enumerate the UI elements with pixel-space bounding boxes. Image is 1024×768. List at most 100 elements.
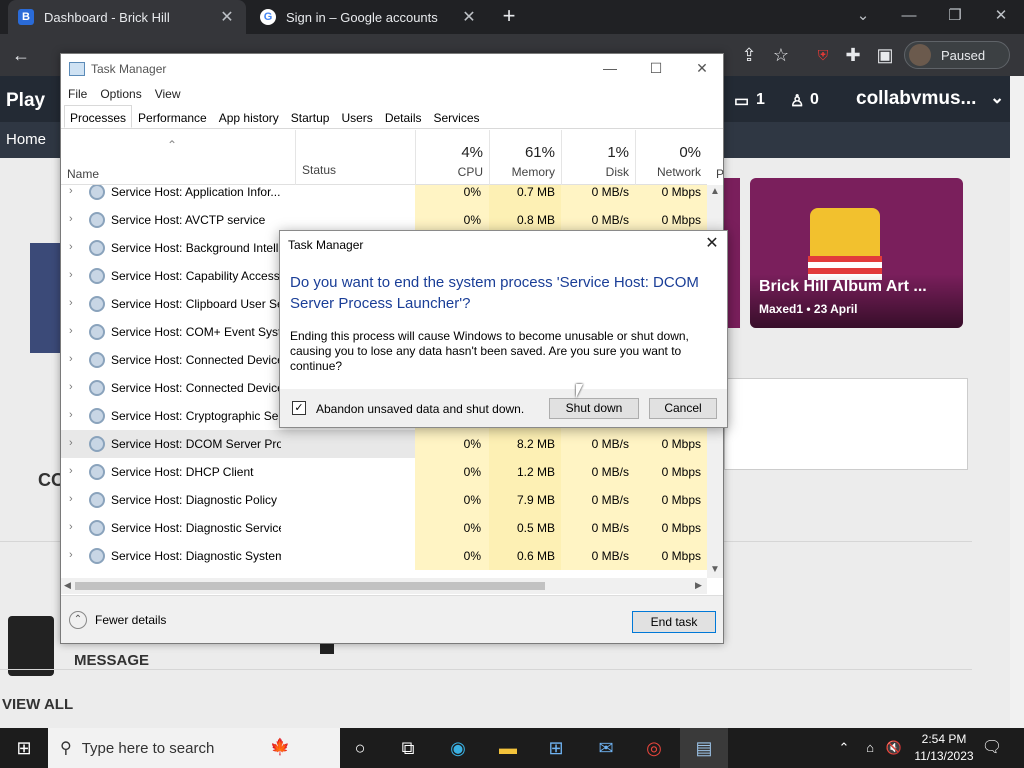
expand-chevron-icon[interactable]: › [69, 493, 73, 505]
nav-home-link[interactable]: Home [6, 131, 46, 148]
notifications-icon[interactable]: 🗨 [968, 728, 1016, 768]
table-row[interactable]: › Service Host: DHCP Client 0% 1.2 MB 0 MB/s… [61, 458, 707, 486]
close-icon[interactable]: ✕ [700, 233, 724, 257]
network-icon[interactable]: ⌂ [858, 728, 882, 768]
shut-down-button[interactable]: Shut down [549, 398, 639, 419]
comment-textarea[interactable] [724, 378, 968, 470]
user-menu-chevron-icon[interactable]: ⌄ [990, 88, 1004, 108]
minimize-icon[interactable]: — [587, 54, 633, 84]
back-arrow-icon[interactable]: ← [6, 34, 36, 76]
tab-performance[interactable]: Performance [132, 105, 213, 128]
page-scrollbar[interactable] [1010, 76, 1024, 728]
column-cpu[interactable]: 4% CPU [415, 130, 489, 185]
tab-startup[interactable]: Startup [285, 105, 336, 128]
column-network[interactable]: 0% Network [635, 130, 707, 185]
side-panel-icon[interactable]: ▣ [870, 34, 900, 76]
close-icon[interactable]: ✕ [679, 54, 725, 84]
tab-search-chevron-icon[interactable]: ⌄ [840, 0, 886, 34]
ublock-extension-icon[interactable]: ⛨ [808, 34, 838, 76]
minimize-icon[interactable]: — [886, 0, 932, 34]
cortana-icon[interactable]: ○ [336, 728, 384, 768]
table-row[interactable]: › Service Host: Diagnostic Policy ... 0% 7.… [61, 486, 707, 514]
edge-icon[interactable]: ◉ [434, 728, 482, 768]
expand-chevron-icon[interactable]: › [69, 437, 73, 449]
scroll-right-icon[interactable]: ▶ [695, 580, 702, 591]
messages-icon[interactable]: ▭ [734, 91, 749, 111]
scroll-left-icon[interactable]: ◀ [64, 580, 71, 591]
expand-chevron-icon[interactable]: › [69, 409, 73, 421]
view-all-link[interactable]: VIEW ALL [2, 696, 73, 713]
album-card[interactable]: Brick Hill Album Art ... Maxed1 • 23 Apr… [750, 178, 963, 328]
abandon-data-checkbox[interactable]: ✓ [292, 401, 306, 415]
expand-chevron-icon[interactable]: › [69, 185, 73, 197]
process-name: Service Host: Diagnostic Service... [111, 521, 281, 535]
new-tab-icon[interactable]: + [496, 4, 522, 30]
column-status[interactable]: Status [295, 130, 415, 185]
column-power-partial[interactable]: P [716, 167, 724, 181]
tab-app-history[interactable]: App history [213, 105, 285, 128]
browser-tab-bar: B Dashboard - Brick Hill ✕ G Sign in – G… [0, 0, 1024, 34]
tray-chevron-icon[interactable]: ⌃ [832, 728, 856, 768]
expand-chevron-icon[interactable]: › [69, 213, 73, 225]
volume-muted-icon[interactable]: 🔇 [882, 728, 906, 768]
search-highlight-icon[interactable]: 🍁 [256, 728, 304, 768]
nav-play-link[interactable]: Play [6, 90, 45, 112]
mail-icon[interactable]: ✉ [582, 728, 630, 768]
table-row[interactable]: › Service Host: DCOM Server Proc... 0% 8.2 … [61, 430, 707, 458]
menu-view[interactable]: View [155, 84, 181, 104]
profile-paused-button[interactable]: Paused [904, 41, 1010, 69]
gear-icon [89, 380, 105, 396]
end-task-button[interactable]: End task [632, 611, 716, 633]
expand-chevron-icon[interactable]: › [69, 269, 73, 281]
fewer-details-button[interactable]: ⌃ Fewer details [69, 611, 166, 629]
column-memory[interactable]: 61% Memory [489, 130, 561, 185]
maximize-icon[interactable]: ☐ [633, 54, 679, 84]
file-explorer-icon[interactable]: ▬ [484, 728, 532, 768]
tab-processes[interactable]: Processes [64, 105, 133, 128]
scroll-up-icon[interactable]: ▲ [710, 186, 720, 197]
table-row[interactable]: › Service Host: Diagnostic System... 0% 0.6… [61, 542, 707, 570]
task-manager-icon [69, 62, 85, 76]
horizontal-scrollbar[interactable]: ◀ ▶ [61, 578, 707, 594]
column-disk[interactable]: 1% Disk [561, 130, 635, 185]
share-icon[interactable]: ⇪ [734, 34, 764, 76]
network-total: 0% [679, 144, 701, 161]
close-window-icon[interactable]: ✕ [978, 0, 1024, 34]
column-name[interactable]: Name [67, 167, 99, 181]
restore-icon[interactable]: ❐ [932, 0, 978, 34]
expand-chevron-icon[interactable]: › [69, 465, 73, 477]
expand-chevron-icon[interactable]: › [69, 353, 73, 365]
friends-icon[interactable]: ♙ [790, 91, 804, 111]
close-tab-icon[interactable]: ✕ [218, 7, 236, 27]
tab-brick-hill[interactable]: B Dashboard - Brick Hill ✕ [8, 0, 246, 34]
sort-caret-icon: ⌃ [167, 138, 178, 152]
expand-chevron-icon[interactable]: › [69, 297, 73, 309]
cancel-button[interactable]: Cancel [649, 398, 717, 419]
nav-username[interactable]: collabvmus... [856, 88, 976, 110]
expand-chevron-icon[interactable]: › [69, 325, 73, 337]
windows-start-icon[interactable]: ⊞ [0, 728, 48, 768]
bookmark-star-icon[interactable]: ☆ [766, 34, 796, 76]
chrome-icon[interactable]: ◎ [630, 728, 678, 768]
table-row[interactable]: › Service Host: Diagnostic Service... 0% 0.… [61, 514, 707, 542]
end-process-dialog: Task Manager ✕ Do you want to end the sy… [279, 230, 728, 428]
expand-chevron-icon[interactable]: › [69, 241, 73, 253]
scroll-down-icon[interactable]: ▼ [710, 564, 720, 575]
menu-options[interactable]: Options [100, 84, 141, 104]
expand-chevron-icon[interactable]: › [69, 521, 73, 533]
horizontal-scroll-thumb[interactable] [75, 582, 545, 590]
abandon-data-label[interactable]: Abandon unsaved data and shut down. [316, 402, 524, 416]
tab-google-signin[interactable]: G Sign in – Google accounts ✕ [250, 0, 488, 34]
microsoft-store-icon[interactable]: ⊞ [532, 728, 580, 768]
task-manager-taskbar-icon[interactable]: ▤ [680, 728, 728, 768]
tab-users[interactable]: Users [335, 105, 378, 128]
close-tab-icon[interactable]: ✕ [460, 7, 478, 27]
extensions-puzzle-icon[interactable]: ✚ [838, 34, 868, 76]
expand-chevron-icon[interactable]: › [69, 381, 73, 393]
table-row[interactable]: › Service Host: Application Infor... 0% 0.7… [61, 185, 707, 206]
task-view-icon[interactable]: ⧉ [384, 728, 432, 768]
tab-services[interactable]: Services [428, 105, 486, 128]
menu-file[interactable]: File [68, 84, 87, 104]
tab-details[interactable]: Details [379, 105, 428, 128]
expand-chevron-icon[interactable]: › [69, 549, 73, 561]
